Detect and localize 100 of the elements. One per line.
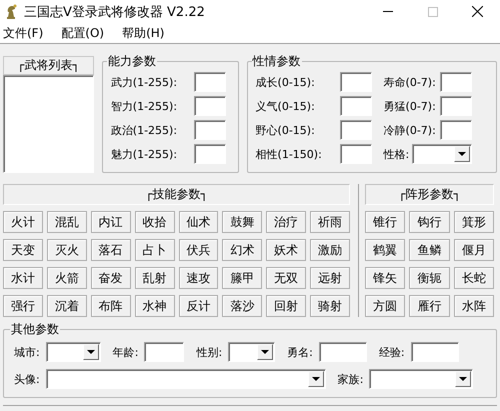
skill-button[interactable]: 治疗 (266, 211, 306, 233)
skill-button[interactable]: 祈雨 (310, 211, 350, 233)
skill-button[interactable]: 妖术 (266, 239, 306, 261)
field-label: 经验: (378, 344, 405, 360)
section-header: ┌阵形参数┐ (365, 184, 494, 205)
input-field[interactable] (144, 342, 184, 362)
skill-button[interactable]: 内讧 (90, 211, 131, 233)
field-label: 勇名: (287, 344, 313, 360)
formation-button[interactable]: 鱼鳞 (409, 239, 450, 261)
input-field[interactable] (410, 342, 459, 362)
input-field[interactable] (194, 144, 226, 164)
caret-icon (312, 377, 320, 381)
skill-button[interactable]: 伏兵 (178, 239, 218, 261)
field-label: 政治(1-255): (110, 122, 178, 138)
skill-button[interactable]: 灭火 (46, 239, 87, 261)
field-label: 智力(1-255): (110, 98, 178, 114)
menu-item[interactable]: 文件(F) (1, 24, 46, 42)
skill-button[interactable]: 激励 (310, 239, 350, 261)
field-label: 成长(0-15): (256, 74, 316, 90)
skill-button[interactable]: 反计 (178, 295, 218, 317)
skill-button[interactable]: 仙术 (178, 211, 218, 233)
formation-button[interactable]: 雁行 (409, 295, 450, 317)
skill-button[interactable]: 鼓舞 (222, 211, 262, 233)
skill-button[interactable]: 无双 (266, 267, 306, 289)
skill-button[interactable]: 火箭 (46, 267, 87, 289)
skill-button[interactable]: 混乱 (46, 211, 87, 233)
skill-button[interactable]: 回射 (266, 295, 306, 317)
group-title: 其他参数 (10, 321, 60, 338)
formation-button[interactable]: 方圆 (365, 295, 406, 317)
caret-icon (261, 350, 270, 354)
dropdown[interactable] (46, 369, 326, 389)
input-field[interactable] (340, 144, 372, 164)
skill-button[interactable]: 沉着 (46, 295, 87, 317)
formation-button[interactable]: 钩行 (409, 211, 450, 233)
list-header: ┌武将列表┐ (3, 56, 94, 75)
formation-button[interactable]: 锥行 (365, 211, 406, 233)
formation-button[interactable]: 水阵 (454, 295, 494, 317)
input-field[interactable] (318, 342, 367, 362)
group-title: 能力参数 (106, 53, 157, 70)
skill-button[interactable]: 水计 (3, 267, 43, 289)
formation-button[interactable]: 偃月 (454, 239, 494, 261)
skill-button[interactable]: 天变 (3, 239, 43, 261)
skill-button[interactable]: 收拾 (134, 211, 174, 233)
dropdown[interactable] (369, 369, 474, 389)
field-label: 相性(1-150): (256, 146, 323, 162)
skill-button[interactable]: 布阵 (90, 295, 131, 317)
input-field[interactable] (194, 96, 226, 116)
field-label: 寿命(0-7): (384, 74, 437, 90)
formation-button[interactable]: 长蛇 (454, 267, 494, 289)
skill-button[interactable]: 落石 (90, 239, 131, 261)
window-title: 三国志Ⅴ登录武将修改器 V2.22 (24, 4, 206, 20)
menu-item[interactable]: 配置(O) (59, 24, 106, 42)
chess-piece-icon (4, 4, 18, 20)
input-field[interactable] (194, 120, 226, 140)
minimize-icon (382, 11, 392, 12)
formation-button[interactable]: 衡轭 (409, 267, 450, 289)
input-field[interactable] (194, 72, 226, 92)
group-title: 性情参数 (252, 53, 302, 70)
maximize-icon (428, 6, 438, 16)
formation-button[interactable]: 箕形 (454, 211, 494, 233)
input-field[interactable] (440, 96, 472, 116)
skill-button[interactable]: 乱射 (134, 267, 174, 289)
field-label: 勇猛(0-7): (384, 98, 437, 114)
skill-button[interactable]: 落沙 (222, 295, 262, 317)
input-field[interactable] (440, 72, 472, 92)
input-field[interactable] (340, 96, 372, 116)
input-field[interactable] (340, 72, 372, 92)
field-label: 城市: (14, 344, 40, 360)
dropdown[interactable] (46, 342, 101, 362)
skill-button[interactable]: 幻术 (222, 239, 262, 261)
input-field[interactable] (340, 120, 372, 140)
dropdown[interactable] (412, 144, 472, 164)
dropdown[interactable] (228, 342, 276, 362)
section-header: ┌技能参数┐ (3, 184, 350, 205)
skill-button[interactable]: 远射 (310, 267, 350, 289)
field-label: 年龄: (112, 344, 138, 360)
field-label: 魅力(1-255): (110, 146, 178, 162)
field-label: 性别: (196, 344, 222, 360)
field-label: 野心(0-15): (256, 122, 316, 138)
field-label: 冷静(0-7): (384, 122, 437, 138)
skill-button[interactable]: 水神 (134, 295, 174, 317)
skill-button[interactable]: 速攻 (178, 267, 218, 289)
field-label: 头像: (14, 372, 40, 386)
field-label: 性格: (384, 146, 410, 162)
menu-item[interactable]: 帮助(H) (120, 24, 166, 42)
close-icon (472, 6, 483, 17)
formation-button[interactable]: 锋矢 (365, 267, 406, 289)
skill-button[interactable]: 奋发 (90, 267, 131, 289)
input-field[interactable] (440, 120, 472, 140)
skill-button[interactable]: 火计 (3, 211, 43, 233)
caret-icon (458, 152, 466, 156)
skill-button[interactable]: 占卜 (134, 239, 174, 261)
field-label: 武力(1-255): (110, 74, 178, 90)
field-label: 家族: (338, 372, 364, 386)
general-list[interactable] (3, 75, 94, 173)
field-label: 义气(0-15): (256, 98, 316, 114)
skill-button[interactable]: 籐甲 (222, 267, 262, 289)
formation-button[interactable]: 鹤翼 (365, 239, 406, 261)
skill-button[interactable]: 骑射 (310, 295, 350, 317)
skill-button[interactable]: 强行 (3, 295, 43, 317)
